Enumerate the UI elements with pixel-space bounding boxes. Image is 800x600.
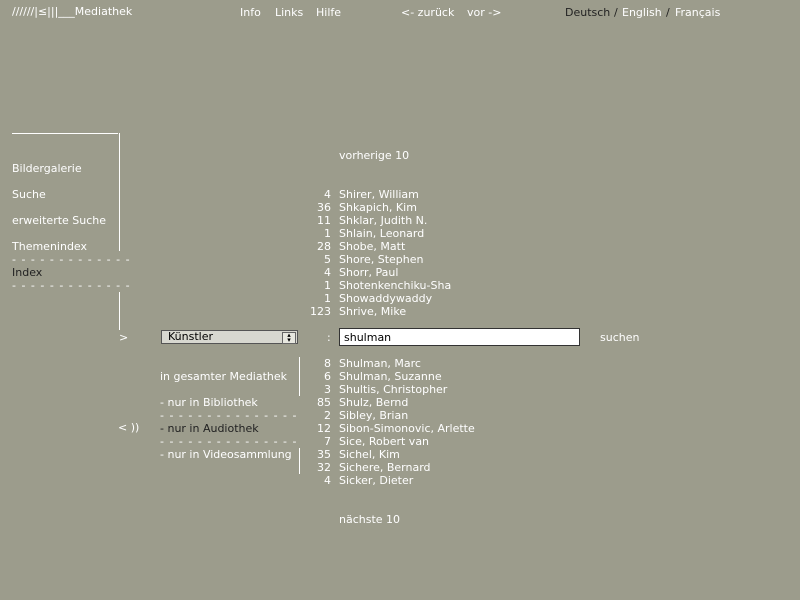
result-count: 1	[324, 279, 331, 292]
pointer-arrow: >	[119, 331, 129, 344]
category-select[interactable]: Künstler ▴ ▾	[161, 330, 298, 344]
back-link[interactable]: <- zurück	[401, 6, 454, 19]
result-name-link[interactable]: Showaddywaddy	[339, 292, 432, 305]
result-name-link[interactable]: Shultis, Christopher	[339, 383, 447, 396]
speaker-icon: < ))	[118, 421, 140, 434]
result-name-link[interactable]: Sicker, Dieter	[339, 474, 413, 487]
result-count: 2	[324, 409, 331, 422]
result-name-link[interactable]: Sibon-Simonovic, Arlette	[339, 422, 475, 435]
result-name-link[interactable]: Shirer, William	[339, 188, 419, 201]
result-name-link[interactable]: Shlain, Leonard	[339, 227, 424, 240]
next-10-link[interactable]: nächste 10	[339, 513, 400, 526]
sidebar-item-index[interactable]: Index	[12, 266, 42, 279]
result-count: 123	[310, 305, 331, 318]
search-input[interactable]	[339, 328, 580, 346]
sidebar-rail-lower	[119, 292, 120, 330]
result-name-link[interactable]: Shobe, Matt	[339, 240, 405, 253]
forward-link[interactable]: vor ->	[467, 6, 501, 19]
result-name-link[interactable]: Shorr, Paul	[339, 266, 398, 279]
result-count: 4	[324, 266, 331, 279]
lang-german[interactable]: Deutsch	[565, 6, 610, 19]
sidebar-top-rule	[12, 133, 118, 134]
search-colon: :	[327, 331, 331, 344]
result-count: 4	[324, 474, 331, 487]
result-count: 85	[317, 396, 331, 409]
result-count: 35	[317, 448, 331, 461]
logo-title: ___Mediathek	[58, 5, 133, 18]
result-count: 36	[317, 201, 331, 214]
sidebar-item-advanced-search[interactable]: erweiterte Suche	[12, 214, 106, 227]
scope-audio[interactable]: - nur in Audiothek	[160, 422, 259, 435]
nav-info[interactable]: Info	[240, 6, 261, 19]
result-name-link[interactable]: Shotenkenchiku-Sha	[339, 279, 451, 292]
nav-links[interactable]: Links	[275, 6, 303, 19]
lang-french[interactable]: Français	[675, 6, 720, 19]
result-count: 1	[324, 292, 331, 305]
search-submit-button[interactable]: suchen	[600, 331, 639, 344]
result-count: 5	[324, 253, 331, 266]
category-select-value: Künstler	[168, 330, 213, 343]
sidebar-divider: - - - - - - - - - - - - -	[12, 253, 131, 266]
result-name-link[interactable]: Sichel, Kim	[339, 448, 400, 461]
sidebar-divider: - - - - - - - - - - - - -	[12, 279, 131, 292]
scope-all[interactable]: in gesamter Mediathek	[160, 370, 287, 383]
result-count: 12	[317, 422, 331, 435]
result-count: 28	[317, 240, 331, 253]
result-count: 4	[324, 188, 331, 201]
sidebar-item-gallery[interactable]: Bildergalerie	[12, 162, 82, 175]
result-name-link[interactable]: Sibley, Brian	[339, 409, 408, 422]
result-name-link[interactable]: Shulman, Suzanne	[339, 370, 442, 383]
chevron-updown-icon: ▴ ▾	[282, 332, 296, 344]
sidebar-item-topic-index[interactable]: Themenindex	[12, 240, 87, 253]
result-name-link[interactable]: Sice, Robert van	[339, 435, 429, 448]
logo-mark: //////|≤|||	[12, 5, 59, 18]
lang-english[interactable]: English	[622, 6, 662, 19]
result-count: 3	[324, 383, 331, 396]
result-name-link[interactable]: Shore, Stephen	[339, 253, 423, 266]
previous-10-link[interactable]: vorherige 10	[339, 149, 409, 162]
result-count: 11	[317, 214, 331, 227]
scope-library[interactable]: - nur in Bibliothek	[160, 396, 258, 409]
lang-separator: /	[666, 6, 670, 19]
result-name-link[interactable]: Shkapich, Kim	[339, 201, 417, 214]
result-count: 32	[317, 461, 331, 474]
logo[interactable]: //////|≤|||___Mediathek	[12, 5, 132, 18]
sidebar-rail-upper	[119, 133, 120, 251]
result-name-link[interactable]: Shrive, Mike	[339, 305, 406, 318]
nav-help[interactable]: Hilfe	[316, 6, 341, 19]
result-name-link[interactable]: Sichere, Bernard	[339, 461, 431, 474]
lang-separator: /	[614, 6, 618, 19]
result-name-link[interactable]: Shklar, Judith N.	[339, 214, 427, 227]
result-name-link[interactable]: Shulman, Marc	[339, 357, 421, 370]
result-name-link[interactable]: Shulz, Bernd	[339, 396, 408, 409]
result-count: 8	[324, 357, 331, 370]
sidebar-item-search[interactable]: Suche	[12, 188, 46, 201]
result-count: 6	[324, 370, 331, 383]
result-count: 7	[324, 435, 331, 448]
result-count: 1	[324, 227, 331, 240]
